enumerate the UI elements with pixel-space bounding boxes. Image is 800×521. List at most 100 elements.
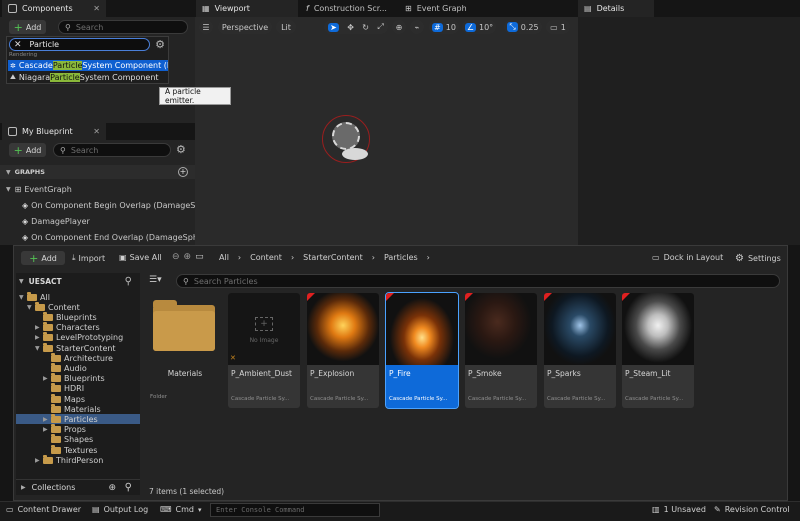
tree-folder-item[interactable]: Shapes bbox=[16, 434, 140, 445]
revision-control-button[interactable]: ✎ Revision Control bbox=[714, 505, 790, 514]
collapse-arrow-icon[interactable]: ▶ bbox=[35, 334, 43, 341]
scale-snap-button[interactable]: ⤡ 0.25 bbox=[504, 20, 542, 34]
tree-folder-item[interactable]: Materials bbox=[16, 403, 140, 414]
browser-add-button[interactable]: + Add bbox=[21, 251, 65, 265]
tab-my-blueprint[interactable]: My Blueprint ✕ bbox=[2, 123, 106, 140]
tree-folder-item[interactable]: ▶ Characters bbox=[16, 322, 140, 333]
rotation-snap-button[interactable]: ∠ 10° bbox=[462, 20, 496, 34]
unsaved-button[interactable]: ▥ 1 Unsaved bbox=[652, 505, 706, 514]
back-icon[interactable]: ⊖ bbox=[172, 252, 180, 262]
blueprint-add-button[interactable]: + Add bbox=[9, 143, 46, 157]
select-icon[interactable]: ➤ bbox=[328, 22, 339, 32]
tab-construction-script[interactable]: f Construction Scr... bbox=[300, 0, 396, 17]
clear-icon[interactable]: ✕ bbox=[14, 40, 22, 50]
viewport-area[interactable] bbox=[195, 17, 578, 245]
camera-speed-value: 1 bbox=[560, 22, 566, 32]
editor-tabbar: ▦ Viewport f Construction Scr... ⊞ Event… bbox=[195, 0, 578, 17]
collapse-arrow-icon[interactable]: ▶ bbox=[35, 324, 43, 331]
tree-folder-item[interactable]: Blueprints bbox=[16, 311, 140, 322]
asset-card[interactable]: P_Explosion Cascade Particle Sy... bbox=[307, 293, 379, 408]
content-drawer-button[interactable]: ▭ Content Drawer bbox=[6, 505, 81, 514]
search-icon[interactable]: ⚲ bbox=[125, 482, 132, 493]
breadcrumb-item[interactable]: Particles bbox=[384, 253, 418, 262]
root-header[interactable]: ▼ UESACT ⚲ bbox=[16, 273, 140, 290]
rotate-icon[interactable]: ↻ bbox=[362, 23, 369, 32]
lit-button[interactable]: Lit bbox=[276, 20, 296, 34]
tree-folder-item[interactable]: ▶ LevelPrototyping bbox=[16, 332, 140, 343]
menu-icon[interactable]: ☰ bbox=[199, 20, 213, 34]
tree-folder-item[interactable]: ▼ Content bbox=[16, 301, 140, 312]
tree-folder-item[interactable]: ▼ All bbox=[16, 291, 140, 302]
folder-item[interactable]: Materials Folder bbox=[149, 293, 221, 408]
asset-card-selected[interactable]: P_Fire Cascade Particle Sy... bbox=[385, 292, 459, 409]
tree-folder-item[interactable]: ▼ StarterContent bbox=[16, 342, 140, 353]
collections-header[interactable]: ▶ Collections ⊕ ⚲ bbox=[16, 479, 140, 495]
expand-arrow-icon[interactable]: ▼ bbox=[19, 294, 27, 301]
component-filter-input[interactable]: ✕ Particle bbox=[9, 38, 150, 51]
collapse-arrow-icon[interactable]: ▶ bbox=[43, 375, 51, 382]
close-icon[interactable]: ✕ bbox=[93, 127, 100, 136]
close-icon[interactable]: ✕ bbox=[93, 4, 100, 13]
filter-icon[interactable]: ☰▾ bbox=[149, 275, 162, 285]
collapse-arrow-icon[interactable]: ▶ bbox=[43, 416, 51, 423]
blueprint-search-input[interactable]: ⚲ Search bbox=[53, 143, 171, 157]
asset-card[interactable]: P_Sparks Cascade Particle Sy... bbox=[544, 293, 616, 408]
collapse-arrow-icon[interactable]: ▶ bbox=[35, 457, 43, 464]
tree-folder-item[interactable]: ▶ Props bbox=[16, 424, 140, 435]
tree-folder-item[interactable]: HDRI bbox=[16, 383, 140, 394]
tree-folder-item[interactable]: ▶ Particles bbox=[16, 413, 140, 425]
event-item[interactable]: ◈ On Component End Overlap (DamageSpher bbox=[22, 230, 206, 244]
move-icon[interactable]: ✥ bbox=[347, 23, 354, 32]
import-button[interactable]: ⤓ Import bbox=[72, 253, 105, 263]
save-all-label: Save All bbox=[129, 253, 162, 262]
tab-viewport[interactable]: ▦ Viewport bbox=[196, 0, 298, 17]
add-collection-icon[interactable]: ⊕ bbox=[108, 483, 116, 493]
gear-icon[interactable]: ⚙ bbox=[176, 143, 186, 156]
expand-arrow-icon[interactable]: ▼ bbox=[35, 345, 43, 352]
event-graph-item[interactable]: ▼ ⊞ EventGraph bbox=[6, 182, 72, 196]
output-log-button[interactable]: ▤ Output Log bbox=[92, 505, 148, 514]
asset-card[interactable]: + No Image ✕ P_Ambient_Dust Cascade Part… bbox=[228, 293, 300, 408]
dock-in-layout-button[interactable]: ▭ Dock in Layout bbox=[652, 253, 723, 262]
save-all-button[interactable]: ▣ Save All bbox=[119, 253, 162, 262]
tree-folder-item[interactable]: Architecture bbox=[16, 352, 140, 363]
components-add-button[interactable]: + Add bbox=[9, 20, 46, 34]
settings-button[interactable]: ⚙ Settings bbox=[735, 253, 781, 264]
breadcrumb-item[interactable]: Content bbox=[250, 253, 282, 262]
breadcrumb-item[interactable]: StarterContent bbox=[303, 253, 363, 262]
asset-card[interactable]: P_Smoke Cascade Particle Sy... bbox=[465, 293, 537, 408]
tree-folder-item[interactable]: ▶ Blueprints bbox=[16, 373, 140, 384]
tree-folder-item[interactable]: ▶ ThirdPerson bbox=[16, 454, 140, 465]
folder-icon[interactable]: ▭ bbox=[195, 252, 204, 262]
grid-snap-button[interactable]: # 10 bbox=[429, 20, 459, 34]
world-local-icon[interactable]: ⊕ bbox=[392, 20, 406, 34]
result-niagara[interactable]: ⛰ Niagara Particle System Component bbox=[8, 72, 168, 83]
tree-folder-item[interactable]: Audio bbox=[16, 362, 140, 373]
asset-card[interactable]: P_Steam_Lit Cascade Particle Sy... bbox=[622, 293, 694, 408]
perspective-button[interactable]: Perspective bbox=[218, 20, 272, 34]
tab-event-graph[interactable]: ⊞ Event Graph bbox=[399, 0, 495, 17]
collapse-arrow-icon[interactable]: ▶ bbox=[43, 426, 51, 433]
tree-folder-item[interactable]: Maps bbox=[16, 393, 140, 404]
breadcrumb-item[interactable]: All bbox=[219, 253, 229, 262]
event-item[interactable]: ◈ DamagePlayer bbox=[22, 214, 90, 228]
gear-icon[interactable]: ⚙ bbox=[153, 38, 167, 51]
result-cascade[interactable]: ✲ Cascade Particle System Component (l bbox=[8, 60, 168, 71]
asset-search-input[interactable]: ⚲ Search Particles bbox=[176, 274, 780, 288]
expand-arrow-icon[interactable]: ▼ bbox=[27, 304, 35, 311]
tree-folder-item[interactable]: Textures bbox=[16, 444, 140, 455]
search-icon[interactable]: ⚲ bbox=[125, 276, 132, 287]
particle-gizmo[interactable] bbox=[322, 115, 370, 163]
tab-components[interactable]: Components ✕ bbox=[2, 0, 106, 17]
cmd-dropdown[interactable]: ⌨ Cmd ▾ bbox=[160, 505, 202, 514]
surface-snap-icon[interactable]: ⌁ bbox=[410, 20, 424, 34]
console-input[interactable]: Enter Console Command bbox=[210, 503, 380, 517]
components-search-input[interactable]: ⚲ Search bbox=[58, 20, 188, 34]
event-item[interactable]: ◈ On Component Begin Overlap (DamageSph bbox=[22, 198, 205, 212]
camera-speed-button[interactable]: ▭ 1 bbox=[546, 20, 570, 34]
add-graph-icon[interactable]: + bbox=[178, 167, 188, 177]
forward-icon[interactable]: ⊕ bbox=[184, 252, 192, 262]
graphs-header[interactable]: ▼ GRAPHS + bbox=[0, 165, 195, 179]
tab-details[interactable]: ▤ Details bbox=[578, 0, 654, 17]
scale-icon[interactable]: ⤢ bbox=[377, 22, 383, 32]
